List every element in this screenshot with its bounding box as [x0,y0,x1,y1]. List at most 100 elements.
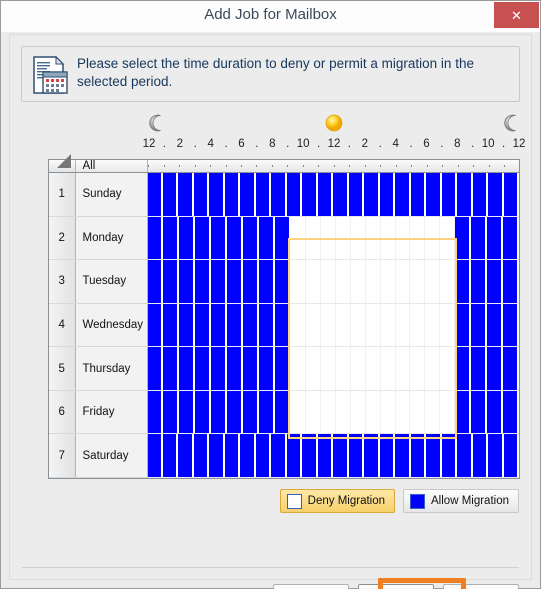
deny-migration-button[interactable]: Deny Migration [279,489,396,513]
hour-cell[interactable] [350,347,366,390]
hour-cell[interactable] [364,434,380,477]
hour-cell[interactable] [487,216,504,260]
hour-cell[interactable] [410,173,427,216]
hour-cell[interactable] [441,434,458,477]
hour-cell[interactable] [305,347,321,390]
hour-cell[interactable] [350,390,366,434]
hour-cell[interactable] [503,303,519,347]
hour-cell[interactable] [193,434,210,477]
hour-cells-monday[interactable] [147,216,519,261]
hour-cell[interactable] [178,434,194,477]
hour-cell[interactable] [348,434,365,477]
hour-cell[interactable] [195,347,212,390]
hour-cell[interactable] [320,390,336,434]
hour-cell[interactable] [259,347,275,390]
hour-cell[interactable] [178,173,194,216]
hour-cell[interactable] [179,390,196,434]
hour-cell[interactable] [211,260,228,303]
cancel-button[interactable]: Cancel [443,584,519,589]
hour-cell[interactable] [271,434,287,477]
hour-cell[interactable] [379,173,396,216]
allow-migration-button[interactable]: Allow Migration [403,489,519,513]
hour-cell[interactable] [350,303,366,347]
hour-cell[interactable] [305,216,321,260]
hour-cell[interactable] [179,347,196,390]
hour-cell[interactable] [365,303,381,347]
hour-cell[interactable] [305,390,321,434]
select-all-triangle-icon[interactable] [49,154,76,173]
hour-cell[interactable] [455,347,472,390]
hour-cell[interactable] [380,303,396,347]
hour-cell[interactable] [471,260,488,303]
hour-cells-tuesday[interactable] [147,259,519,304]
hour-cell[interactable] [350,216,366,260]
hour-cell[interactable] [410,434,427,477]
hour-cell[interactable] [227,216,244,260]
hour-cell[interactable] [302,173,318,216]
hour-cell[interactable] [425,347,441,390]
hour-cell[interactable] [163,347,180,390]
hour-cell[interactable] [455,390,472,434]
hour-cell[interactable] [195,303,212,347]
day-name-monday[interactable]: Monday [75,216,148,261]
hour-cell[interactable] [147,434,163,477]
hour-cell[interactable] [410,260,426,303]
hour-cell[interactable] [224,434,241,477]
hour-cell[interactable] [147,303,164,347]
hour-cell[interactable] [364,173,380,216]
hour-cell[interactable] [227,390,244,434]
day-name-friday[interactable]: Friday [75,390,148,435]
hour-cell[interactable] [487,390,504,434]
hour-cell[interactable] [440,347,456,390]
row-number[interactable]: 4 [49,303,76,348]
hour-cell[interactable] [410,303,426,347]
hour-cell[interactable] [243,390,260,434]
hour-cell[interactable] [487,303,504,347]
hour-cell[interactable] [243,303,260,347]
hour-cell[interactable] [380,390,396,434]
hour-cell[interactable] [290,260,306,303]
hour-cell[interactable] [380,216,396,260]
hour-cell[interactable] [335,347,351,390]
hour-cell[interactable] [286,434,303,477]
hour-cell[interactable] [147,173,163,216]
hour-cell[interactable] [320,303,336,347]
hour-cell[interactable] [286,173,303,216]
day-name-sunday[interactable]: Sunday [75,172,148,217]
hour-cell[interactable] [503,434,520,477]
hour-cell[interactable] [471,347,488,390]
hour-cell[interactable] [455,303,472,347]
hour-cell[interactable] [365,347,381,390]
hour-cell[interactable] [471,303,488,347]
hour-cell[interactable] [455,216,472,260]
row-number[interactable]: 2 [49,216,76,261]
hour-cell[interactable] [275,216,291,260]
hour-cell[interactable] [147,390,164,434]
hour-cell[interactable] [259,216,275,260]
hour-cell[interactable] [162,173,179,216]
hour-cell[interactable] [488,434,504,477]
row-number[interactable]: 1 [49,172,76,217]
day-name-saturday[interactable]: Saturday [75,433,148,478]
hour-cell[interactable] [410,216,426,260]
hour-cell[interactable] [240,173,256,216]
hour-cell[interactable] [255,173,272,216]
all-column-header[interactable]: All [75,160,148,173]
hour-cell[interactable] [193,173,210,216]
hour-cell[interactable] [209,173,225,216]
hour-cell[interactable] [348,173,365,216]
hour-cell[interactable] [425,303,441,347]
hour-cell[interactable] [179,260,196,303]
row-number[interactable]: 5 [49,346,76,391]
hour-cell[interactable] [395,173,411,216]
hour-cell[interactable] [457,173,473,216]
hour-cell[interactable] [426,434,442,477]
hour-cell[interactable] [333,434,349,477]
hour-cell[interactable] [290,303,306,347]
hour-cell[interactable] [302,434,318,477]
hour-cell[interactable] [211,303,228,347]
hour-cell[interactable] [163,216,180,260]
hour-cell[interactable] [224,173,241,216]
hour-cell[interactable] [163,303,180,347]
hour-cell[interactable] [320,347,336,390]
